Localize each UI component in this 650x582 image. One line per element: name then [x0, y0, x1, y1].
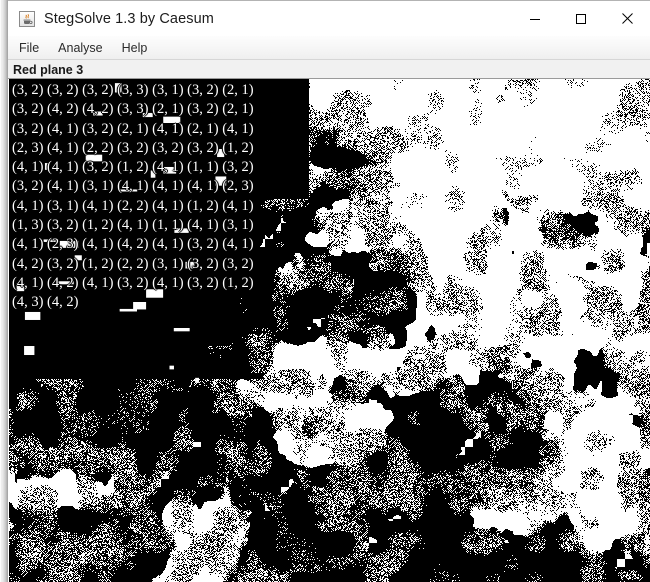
image-viewport[interactable] [9, 79, 650, 582]
menu-item-help[interactable]: Help [114, 38, 156, 58]
menu-bar: File Analyse Help [8, 36, 650, 59]
window-frame-left-edge [0, 0, 8, 582]
close-button[interactable] [604, 1, 650, 37]
title-bar[interactable]: StegSolve 1.3 by Caesum [8, 0, 650, 36]
menu-item-analyse[interactable]: Analyse [50, 38, 110, 58]
java-coffee-cup-icon [19, 10, 35, 27]
plane-status-bar: Red plane 3 [8, 60, 650, 79]
window-controls [512, 1, 650, 37]
plane-bar-separator [8, 78, 650, 79]
stegsolve-window: StegSolve 1.3 by Caesum File Analyse Hel… [0, 0, 650, 582]
window-frame-highlight [0, 0, 1, 582]
maximize-button[interactable] [558, 1, 604, 37]
menu-item-file[interactable]: File [11, 38, 47, 58]
bit-plane-image[interactable] [9, 79, 650, 582]
window-title: StegSolve 1.3 by Caesum [44, 10, 214, 27]
plane-label: Red plane 3 [13, 62, 84, 77]
minimize-button[interactable] [512, 1, 558, 37]
